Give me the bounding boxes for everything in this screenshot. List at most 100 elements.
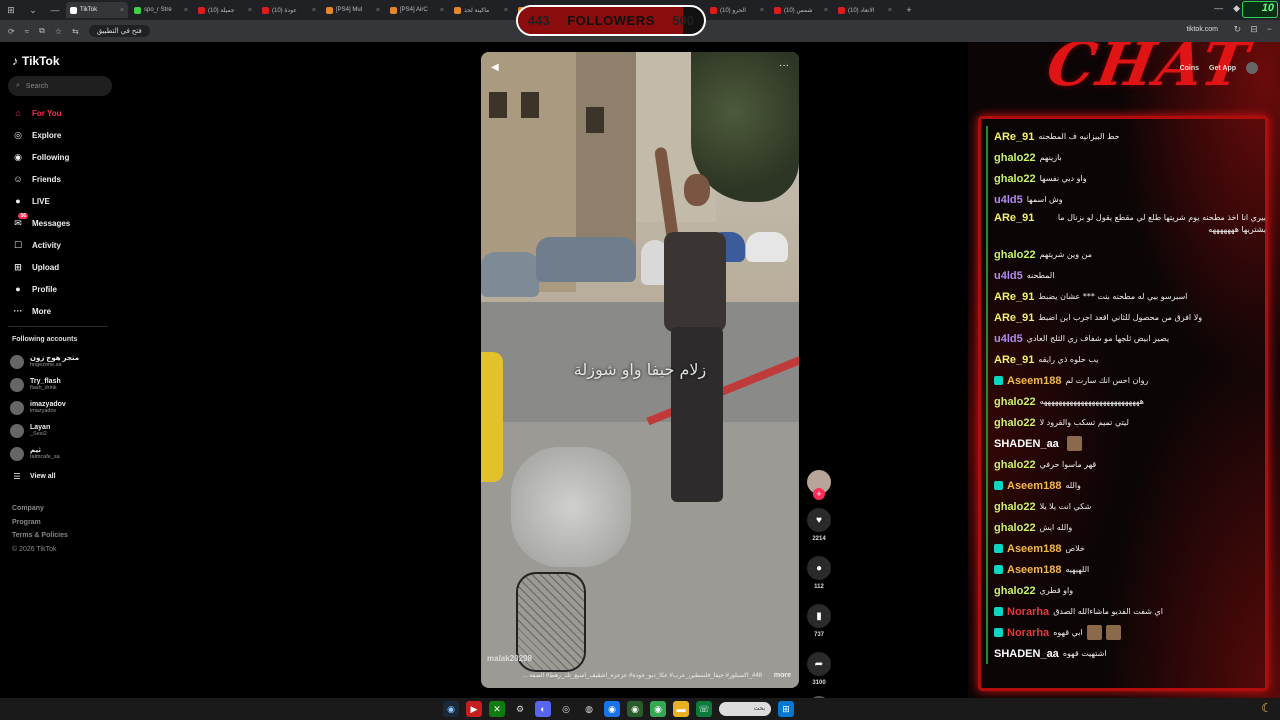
browser-menu-icon[interactable]: ⊞ xyxy=(0,5,22,16)
get-app-button[interactable]: Get App xyxy=(1209,65,1236,72)
moon-icon[interactable]: ☾ xyxy=(1261,701,1272,715)
video-author[interactable]: malak20298 xyxy=(487,654,532,663)
chat-username[interactable]: Norarha xyxy=(1007,606,1049,618)
chat-username[interactable]: ARe_91 xyxy=(994,131,1034,143)
browser-tab[interactable]: [PS4] AirC × xyxy=(386,2,448,18)
minus-icon[interactable]: − xyxy=(1267,24,1272,35)
video-player[interactable]: زلام حيفا واو شوزلة ◀ ··· malak20298 #48… xyxy=(481,52,799,688)
nav-item-explore[interactable]: ◎ Explore xyxy=(8,124,112,146)
chat-username[interactable]: ghalo22 xyxy=(994,249,1036,261)
tiktok-logo[interactable]: ♪ TikTok xyxy=(12,54,60,68)
chat-username[interactable]: ghalo22 xyxy=(994,501,1036,513)
caption-more-link[interactable]: more xyxy=(774,672,791,679)
following-account[interactable]: متجر هوج زون hogezone.sa xyxy=(10,350,114,373)
follow-plus-icon[interactable]: + xyxy=(813,488,825,500)
gear-icon[interactable]: ⚙ xyxy=(512,701,528,717)
tab-close-icon[interactable]: × xyxy=(376,7,380,14)
browser-tab[interactable]: (10) الحرو × xyxy=(706,2,768,18)
creator-avatar[interactable]: + xyxy=(807,470,831,500)
browser-tab[interactable]: ماكينة لحذ × xyxy=(450,2,512,18)
open-in-app-button[interactable]: فتح في التطبيق xyxy=(88,25,150,37)
browser-tab[interactable]: spo_r Stre × xyxy=(130,2,192,18)
browser-tab[interactable]: (10) الانعاد × xyxy=(834,2,896,18)
nav-item-for-you[interactable]: ⌂ For You xyxy=(8,102,112,124)
chat-username[interactable]: ghalo22 xyxy=(994,396,1036,408)
minimize-icon[interactable]: — xyxy=(1214,3,1223,14)
windows-start-icon[interactable]: ⊞ xyxy=(778,701,794,717)
new-tab-button[interactable]: + xyxy=(898,5,920,15)
following-account[interactable]: Try_flash flash_drink xyxy=(10,373,114,396)
chat-username[interactable]: ghalo22 xyxy=(994,173,1036,185)
chrome-profile-icon[interactable]: ◉ xyxy=(627,701,643,717)
chrome-icon[interactable]: ◉ xyxy=(604,701,620,717)
xbox-icon[interactable]: ✕ xyxy=(489,701,505,717)
nav-item-live[interactable]: ● LIVE xyxy=(8,190,112,212)
footer-program-link[interactable]: Program xyxy=(12,516,68,530)
nav-item-more[interactable]: ··· More xyxy=(8,300,112,322)
nav-item-messages[interactable]: ✉ 56 Messages xyxy=(8,212,112,234)
following-account[interactable]: Layan _Sesi2 xyxy=(10,419,114,442)
chat-username[interactable]: Aseem188 xyxy=(1007,543,1061,555)
chat-username[interactable]: ARe_91 xyxy=(994,291,1034,303)
chat-username[interactable]: Norarha xyxy=(1007,627,1049,639)
chat-username[interactable]: u4ld5 xyxy=(994,270,1023,282)
maximize-icon[interactable]: ◆ xyxy=(1233,3,1240,14)
tab-close-icon[interactable]: × xyxy=(888,7,892,14)
folder-icon[interactable]: ▬ xyxy=(673,701,689,717)
nav-item-friends[interactable]: ☺ Friends xyxy=(8,168,112,190)
browser-tab[interactable]: (10) شمس × xyxy=(770,2,832,18)
nav-item-activity[interactable]: ☐ Activity xyxy=(8,234,112,256)
chat-username[interactable]: Aseem188 xyxy=(1007,564,1061,576)
following-account[interactable]: ثيم taimcafe_sa xyxy=(10,442,114,465)
lock-icon[interactable]: ⊟ xyxy=(1250,24,1258,35)
reload-icon[interactable]: ↻ xyxy=(1234,24,1242,35)
search-input[interactable]: ⌕ Search xyxy=(8,76,112,96)
chat-username[interactable]: ARe_91 xyxy=(994,312,1034,324)
whatsapp-icon[interactable]: ☏ xyxy=(696,701,712,717)
extensions-icon[interactable]: ⧉ xyxy=(39,26,45,36)
tab-close-icon[interactable]: × xyxy=(248,7,252,14)
chat-username[interactable]: ARe_91 xyxy=(994,354,1034,366)
media-player-icon[interactable]: ▶ xyxy=(466,701,482,717)
nav-item-upload[interactable]: ⊞ Upload xyxy=(8,256,112,278)
chat-username[interactable]: SHADEN_aa xyxy=(994,438,1059,450)
tab-close-icon[interactable]: × xyxy=(120,7,124,14)
chrome-active-icon[interactable]: ◉ xyxy=(650,701,666,717)
chat-username[interactable]: u4ld5 xyxy=(994,333,1023,345)
chat-username[interactable]: ARe_91 xyxy=(994,212,1034,224)
user-avatar[interactable] xyxy=(1246,62,1258,74)
discord-icon[interactable]: ◐ xyxy=(535,701,551,717)
minimize-tab-icon[interactable]: — xyxy=(44,5,66,15)
coins-button[interactable]: Coins xyxy=(1180,65,1199,72)
tab-close-icon[interactable]: × xyxy=(760,7,764,14)
chat-username[interactable]: SHADEN_aa xyxy=(994,648,1059,660)
browser-tab[interactable]: (10) جميلة × xyxy=(194,2,256,18)
back-icon[interactable]: ⟳ xyxy=(8,27,15,36)
chat-username[interactable]: ghalo22 xyxy=(994,152,1036,164)
browser-tab[interactable]: TikTok × xyxy=(66,2,128,18)
chat-username[interactable]: ghalo22 xyxy=(994,459,1036,471)
view-all-button[interactable]: ☰ View all xyxy=(10,465,114,488)
tab-close-icon[interactable]: × xyxy=(440,7,444,14)
chat-username[interactable]: ghalo22 xyxy=(994,417,1036,429)
obs-icon[interactable]: ◎ xyxy=(558,701,574,717)
comment-button[interactable]: ● xyxy=(807,556,831,580)
nav-item-profile[interactable]: ● Profile xyxy=(8,278,112,300)
taskbar-search[interactable]: بحث xyxy=(719,702,771,716)
volume-icon[interactable]: ◀ xyxy=(491,62,499,73)
save-button[interactable]: ▮ xyxy=(807,604,831,628)
footer-company-link[interactable]: Company xyxy=(12,502,68,516)
footer-terms-link[interactable]: Terms & Policies xyxy=(12,529,68,543)
bookmark-star-icon[interactable]: ☆ xyxy=(55,27,62,36)
chat-username[interactable]: u4ld5 xyxy=(994,194,1023,206)
forward-icon[interactable]: ≈ xyxy=(25,27,29,36)
like-button[interactable]: ♥ xyxy=(807,508,831,532)
url-text[interactable]: tiktok.com xyxy=(1186,26,1218,33)
chat-username[interactable]: ghalo22 xyxy=(994,585,1036,597)
chat-username[interactable]: ghalo22 xyxy=(994,522,1036,534)
browser-tab[interactable]: [PS4] Mul × xyxy=(322,2,384,18)
github-icon[interactable]: ◍ xyxy=(581,701,597,717)
steam-icon[interactable]: ◉ xyxy=(443,701,459,717)
tab-close-icon[interactable]: × xyxy=(504,7,508,14)
tab-search-icon[interactable]: ⌄ xyxy=(22,5,44,16)
